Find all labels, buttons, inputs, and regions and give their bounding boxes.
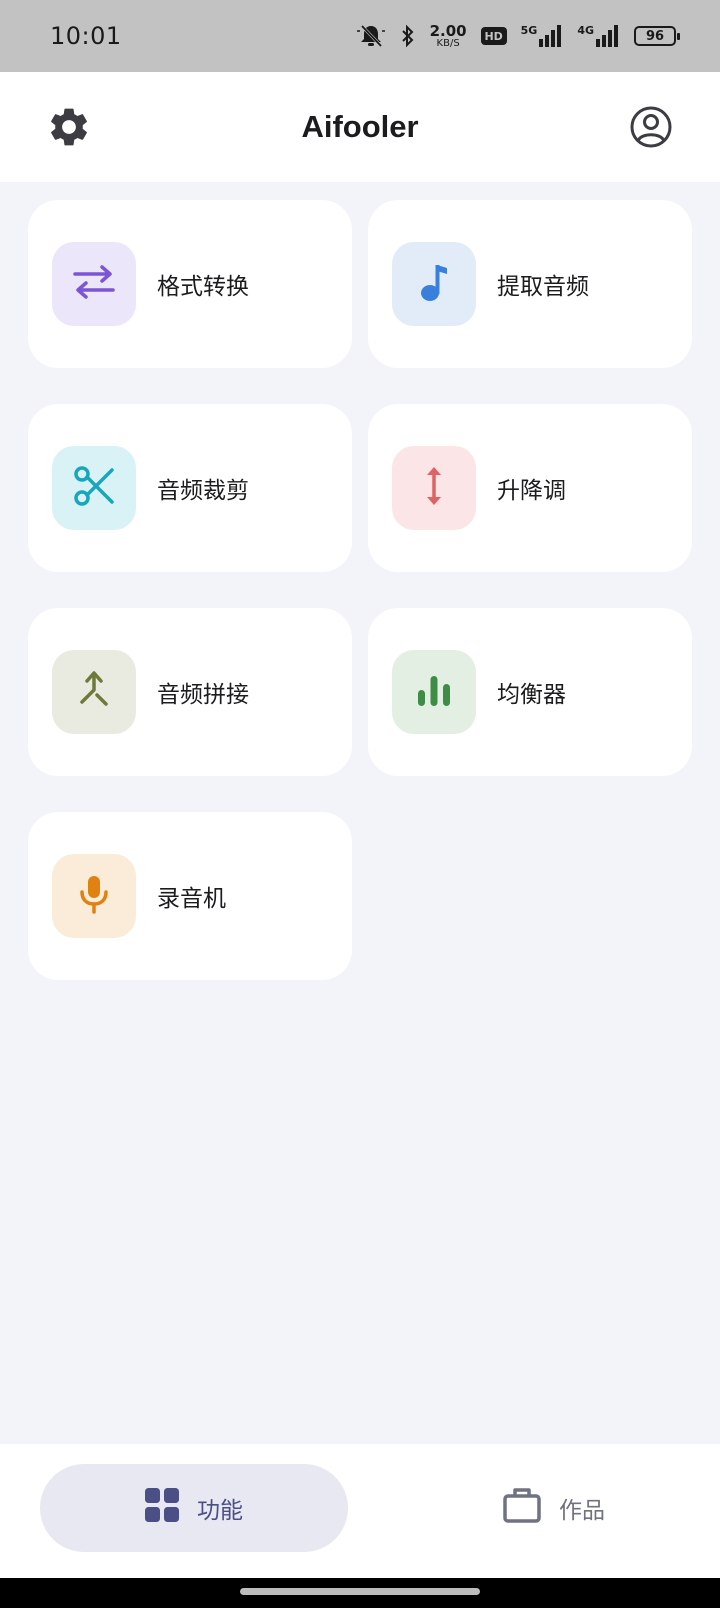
feature-card-extract-audio[interactable]: 提取音频 — [368, 200, 692, 368]
feature-icon-bg — [52, 854, 136, 938]
top-app-bar: Aifooler — [0, 72, 720, 182]
merge-icon — [76, 670, 112, 714]
bluetooth-icon — [400, 24, 416, 48]
net-speed-unit: KB/S — [436, 37, 460, 49]
account-circle-icon[interactable] — [628, 104, 674, 150]
tab-works[interactable]: 作品 — [400, 1464, 708, 1552]
scissors-icon — [72, 464, 116, 512]
feature-label: 录音机 — [157, 886, 226, 912]
feature-icon-bg — [392, 446, 476, 530]
page-title: Aifooler — [301, 109, 419, 144]
net-speed-value: 2.00 — [429, 21, 467, 40]
status-time: 10:01 — [50, 22, 122, 50]
signal-bars-icon — [539, 25, 563, 47]
feature-card-recorder[interactable]: 录音机 — [28, 812, 352, 980]
feature-icon-bg — [392, 650, 476, 734]
feature-icon-bg — [52, 446, 136, 530]
feature-label: 音频裁剪 — [157, 478, 249, 504]
feature-card-equalizer[interactable]: 均衡器 — [368, 608, 692, 776]
equalizer-bars-icon — [416, 672, 452, 712]
briefcase-icon — [503, 1487, 541, 1529]
feature-icon-bg — [52, 242, 136, 326]
feature-icon-bg — [52, 650, 136, 734]
signal-5g: 5G — [521, 25, 564, 47]
feature-label: 音频拼接 — [157, 682, 249, 708]
signal-bars-icon — [596, 25, 620, 47]
gesture-handle[interactable] — [240, 1588, 480, 1595]
microphone-icon — [78, 874, 110, 918]
feature-label: 均衡器 — [497, 682, 566, 708]
feature-card-audio-trim[interactable]: 音频裁剪 — [28, 404, 352, 572]
gear-icon[interactable] — [46, 104, 92, 150]
swap-arrows-icon — [72, 264, 116, 304]
signal-4g-label: 4G — [577, 24, 594, 37]
network-speed: 2.00 KB/S — [429, 21, 467, 49]
tab-functions[interactable]: 功能 — [40, 1464, 348, 1552]
signal-5g-label: 5G — [520, 24, 538, 37]
status-bar: 10:01 2.00 KB/S HD 5G 4G 96 — [0, 0, 720, 72]
vertical-arrows-icon — [422, 464, 446, 512]
signal-4g: 4G — [577, 25, 620, 47]
feature-card-format-convert[interactable]: 格式转换 — [28, 200, 352, 368]
feature-label: 格式转换 — [157, 274, 249, 300]
bottom-navigation: 功能 作品 — [0, 1444, 720, 1578]
music-note-icon — [419, 262, 449, 306]
feature-label: 提取音频 — [497, 274, 589, 300]
hd-badge: HD — [480, 27, 507, 45]
tab-works-label: 作品 — [559, 1498, 605, 1524]
status-icons: 2.00 KB/S HD 5G 4G 96 — [356, 21, 680, 49]
mute-bell-icon — [356, 23, 386, 49]
feature-icon-bg — [392, 242, 476, 326]
battery-indicator: 96 — [634, 26, 680, 46]
feature-grid: 格式转换 提取音频 音频裁剪 升降调 音频拼接 均衡器 录音机 — [28, 200, 692, 980]
system-gesture-bar — [0, 1578, 720, 1608]
feature-label: 升降调 — [497, 478, 566, 504]
feature-card-audio-merge[interactable]: 音频拼接 — [28, 608, 352, 776]
tab-functions-label: 功能 — [197, 1498, 243, 1524]
feature-card-pitch-shift[interactable]: 升降调 — [368, 404, 692, 572]
grid-apps-icon — [145, 1488, 179, 1528]
